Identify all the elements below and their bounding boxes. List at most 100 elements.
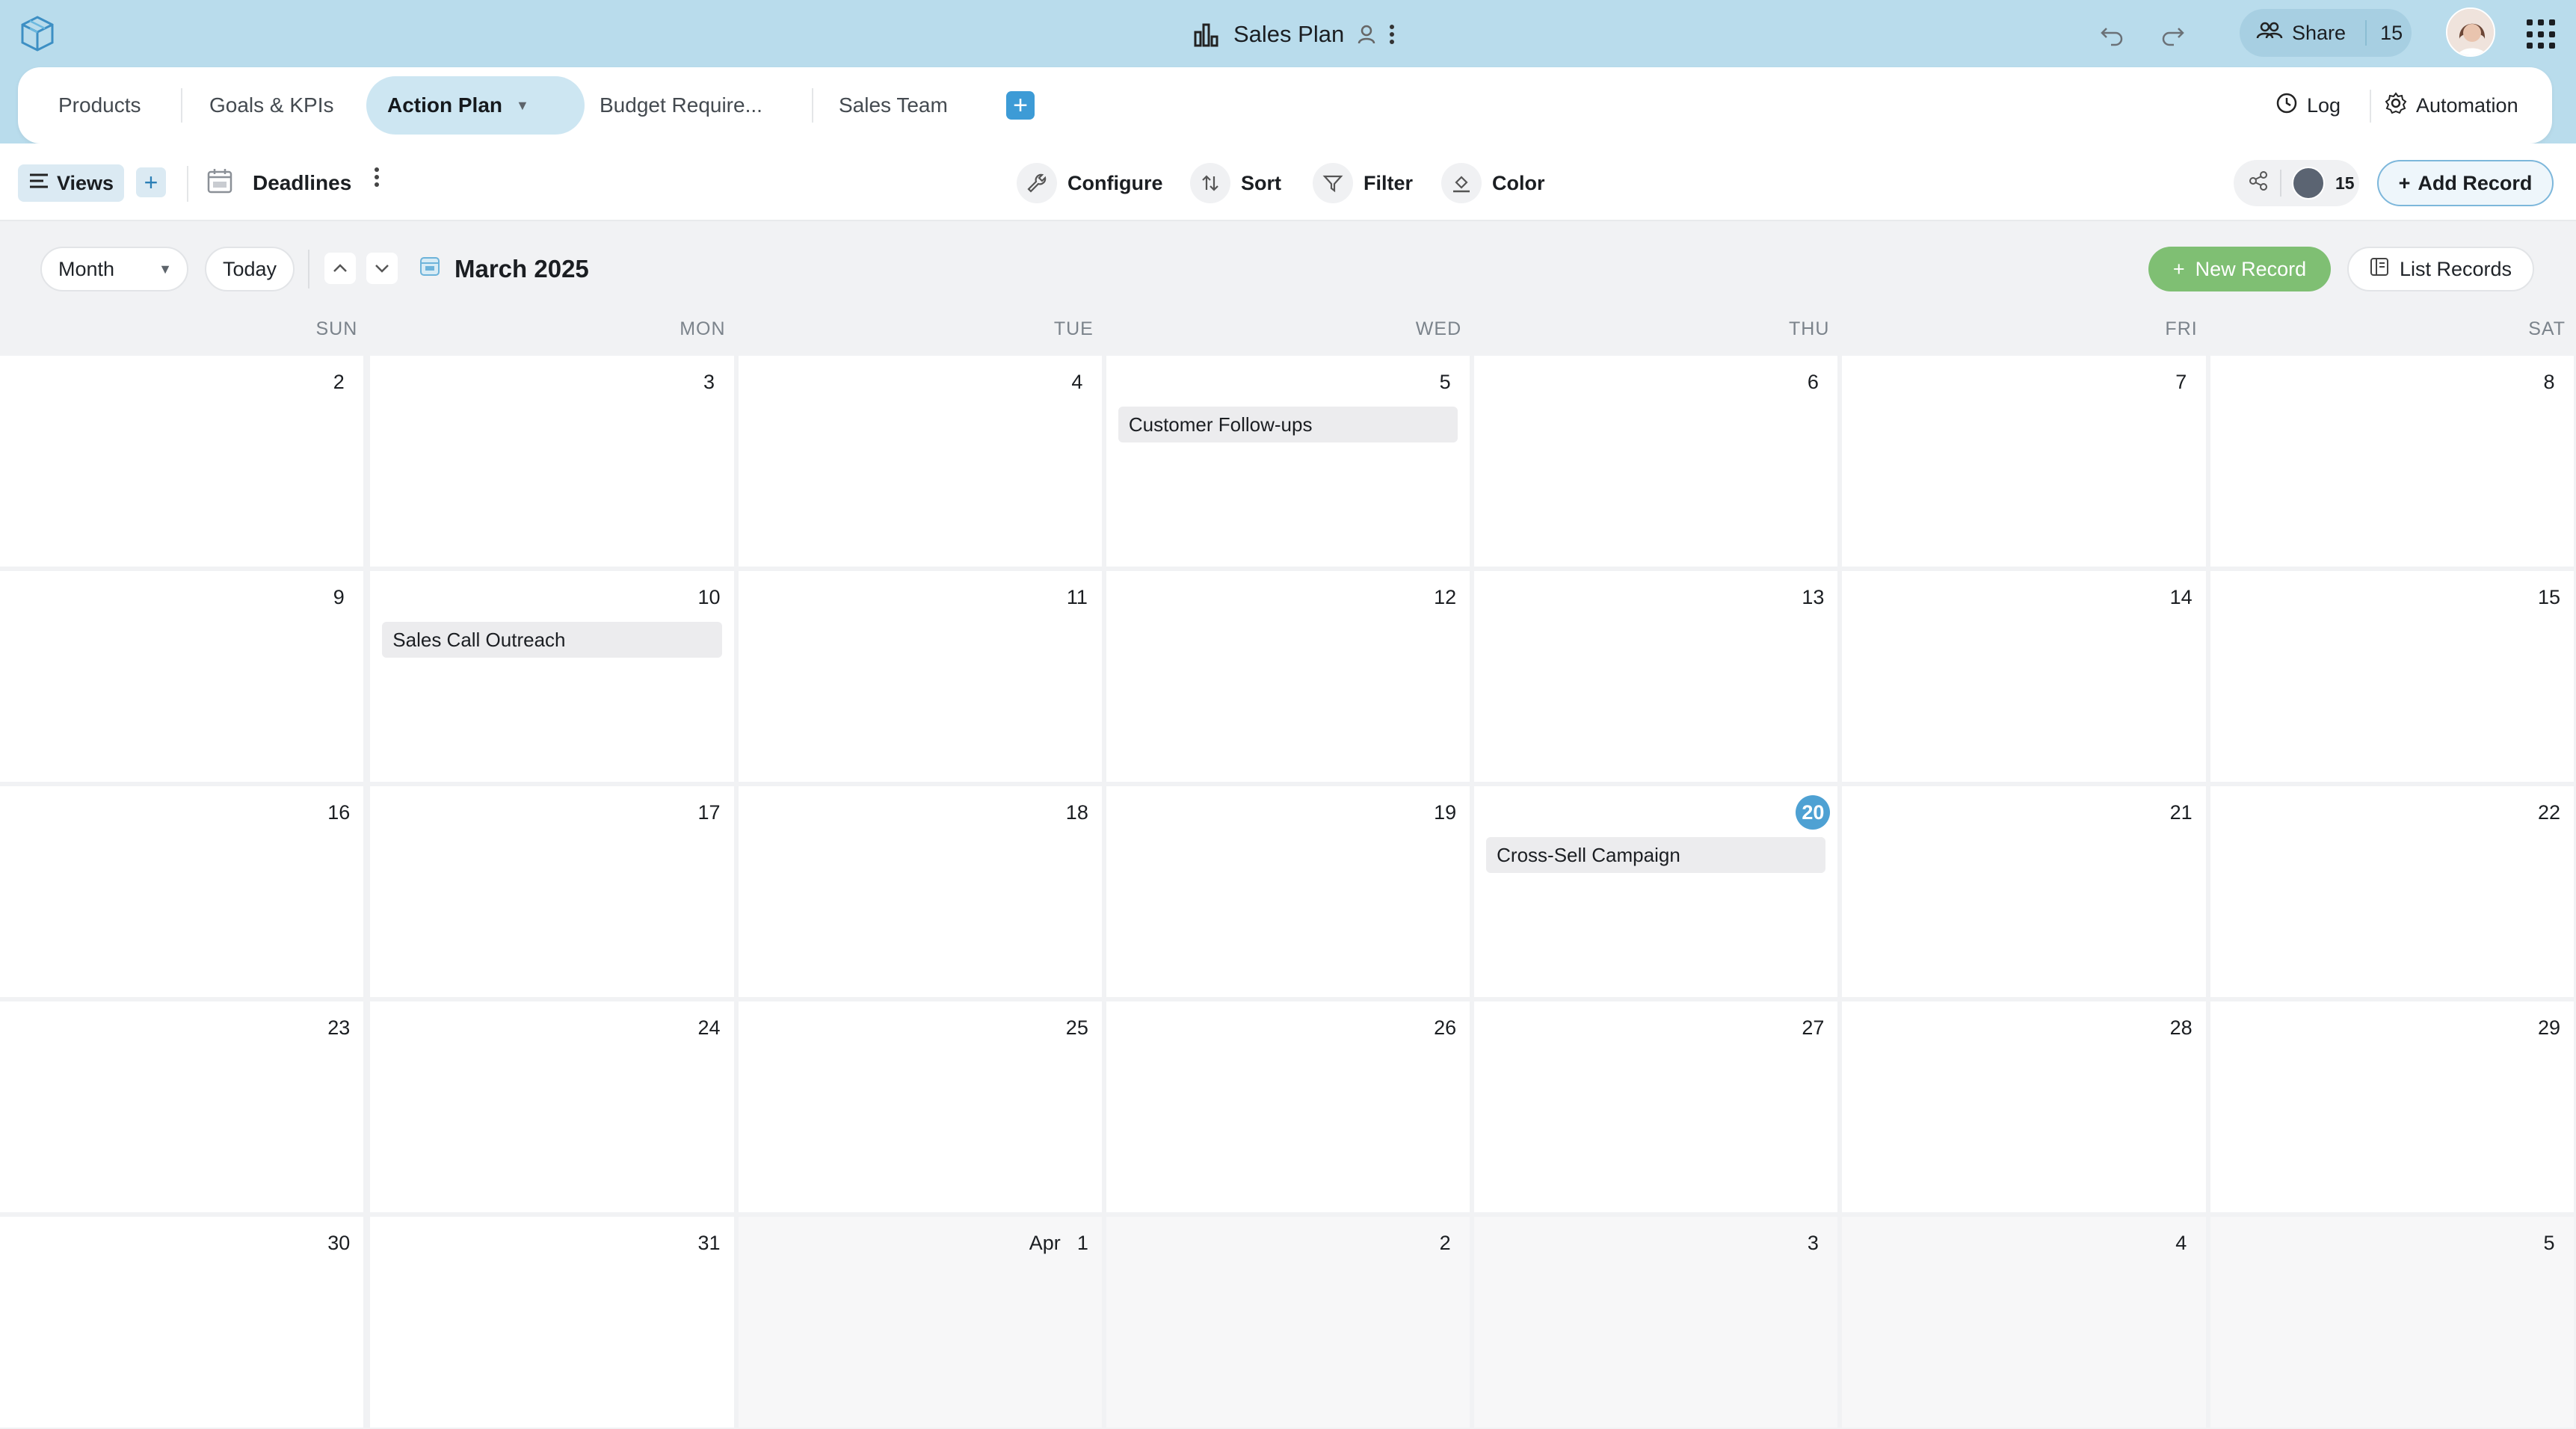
configure-button[interactable]: Configure [1017, 163, 1163, 203]
calendar-day-cell[interactable]: 31 [370, 1217, 734, 1428]
next-month-button[interactable] [366, 253, 398, 284]
weekday-label: THU [1789, 318, 1830, 339]
today-button[interactable]: Today [205, 247, 295, 291]
calendar-day-cell[interactable]: 9 [0, 571, 364, 782]
calendar-day-cell[interactable]: 5 Customer Follow-ups [1106, 356, 1470, 567]
plus-icon: + [2172, 257, 2185, 280]
calendar-day-cell[interactable]: 22 [2210, 786, 2574, 997]
more-vertical-icon[interactable] [374, 166, 380, 194]
day-number-text: 26 [1434, 1016, 1457, 1039]
calendar-event[interactable]: Sales Call Outreach [382, 622, 722, 658]
caret-down-icon[interactable]: ▼ [516, 98, 529, 114]
chevron-down-icon [375, 265, 389, 273]
calendar-day-cell[interactable]: 27 [1474, 1001, 1838, 1212]
calendar-day-cell[interactable]: 7 [1842, 356, 2206, 567]
calendar-day-cell[interactable]: Apr 1 [738, 1217, 1102, 1428]
tab-action-plan[interactable]: Action Plan ▼ [366, 76, 585, 135]
doc-title[interactable]: Sales Plan [1193, 18, 1395, 51]
day-number-text: 19 [1434, 800, 1457, 824]
calendar-day-cell[interactable]: 12 [1106, 571, 1470, 782]
apps-grid-icon[interactable] [2527, 19, 2557, 49]
calendar-day-cell[interactable]: 15 [2210, 571, 2574, 782]
calendar-day-cell[interactable]: 25 [738, 1001, 1102, 1212]
calendar-day-cell[interactable]: 4 [738, 356, 1102, 567]
day-number: 21 [2164, 795, 2198, 830]
weekday-label: FRI [2165, 318, 2198, 339]
day-number: 10 [692, 580, 727, 614]
cube-logo-icon[interactable] [19, 15, 55, 52]
day-number: 12 [1428, 580, 1462, 614]
color-button[interactable]: Color [1441, 163, 1545, 203]
list-records-button[interactable]: List Records [2347, 247, 2534, 291]
user-avatar[interactable] [2446, 7, 2495, 57]
configure-label: Configure [1067, 171, 1163, 194]
plus-icon: + [2398, 171, 2411, 194]
calendar-day-cell[interactable]: 2 [0, 356, 364, 567]
calendar-day-cell[interactable]: 6 [1474, 356, 1838, 567]
day-number: 8 [2532, 365, 2566, 399]
tab-budget-requirements[interactable]: Budget Require... [579, 76, 783, 135]
calendar-day-cell[interactable]: 30 [0, 1217, 364, 1428]
calendar-day-cell[interactable]: 3 [370, 356, 734, 567]
tab-goals-kpis[interactable]: Goals & KPIs [188, 76, 355, 135]
calendar-day-cell[interactable]: 26 [1106, 1001, 1470, 1212]
current-view[interactable]: Deadlines [206, 164, 351, 202]
calendar-day-cell[interactable]: 28 [1842, 1001, 2206, 1212]
calendar-day-cell[interactable]: 21 [1842, 786, 2206, 997]
redo-icon[interactable] [2157, 18, 2187, 53]
new-record-button[interactable]: + New Record [2148, 247, 2331, 291]
calendar-day-cell[interactable]: 3 [1474, 1217, 1838, 1428]
calendar-title[interactable]: March 2025 [419, 250, 589, 288]
calendar-event[interactable]: Customer Follow-ups [1118, 407, 1458, 442]
day-number-text: 3 [703, 370, 715, 393]
log-button[interactable]: Log [2275, 87, 2341, 124]
calendar-day-cell[interactable]: 18 [738, 786, 1102, 997]
calendar-mode-select[interactable]: Month ▼ [40, 247, 188, 291]
calendar-day-cell[interactable]: 23 [0, 1001, 364, 1212]
automation-button[interactable]: Automation [2385, 87, 2518, 124]
tab-sales-team[interactable]: Sales Team [818, 76, 969, 135]
filter-button[interactable]: Filter [1313, 163, 1413, 203]
weekday-label: SUN [315, 318, 358, 339]
sort-button[interactable]: Sort [1190, 163, 1281, 203]
calendar-day-cell[interactable]: 24 [370, 1001, 734, 1212]
calendar-day-cell[interactable]: 19 [1106, 786, 1470, 997]
views-button[interactable]: Views [18, 164, 124, 202]
calendar-event[interactable]: Cross-Sell Campaign [1486, 837, 1826, 873]
add-record-button[interactable]: + Add Record [2377, 160, 2554, 206]
sort-icon [1190, 163, 1230, 203]
calendar-day-cell[interactable]: 2 [1106, 1217, 1470, 1428]
previous-month-button[interactable] [324, 253, 356, 284]
add-table-button[interactable]: + [1006, 91, 1035, 120]
day-number: 23 [321, 1010, 356, 1045]
day-number: 9 [321, 580, 356, 614]
tab-products[interactable]: Products [37, 76, 162, 135]
day-number: 13 [1796, 580, 1830, 614]
day-number-text: 9 [333, 585, 345, 608]
calendar-day-cell[interactable]: 8 [2210, 356, 2574, 567]
view-name-label: Deadlines [253, 171, 352, 194]
add-view-button[interactable]: + [136, 167, 166, 197]
calendar-day-cell[interactable]: 20 Cross-Sell Campaign [1474, 786, 1838, 997]
day-number-text: 15 [2537, 585, 2560, 608]
calendar-day-cell[interactable]: 11 [738, 571, 1102, 782]
calendar-day-cell[interactable]: 10 Sales Call Outreach [370, 571, 734, 782]
calendar-day-cell[interactable]: 5 [2210, 1217, 2574, 1428]
calendar-day-cell[interactable]: 17 [370, 786, 734, 997]
calendar-day-cell[interactable]: 16 [0, 786, 364, 997]
calendar-day-cell[interactable]: 4 [1842, 1217, 2206, 1428]
undo-icon[interactable] [2098, 18, 2127, 53]
today-day-number: 20 [1796, 795, 1831, 830]
doc-title-text: Sales Plan [1233, 21, 1345, 47]
calendar-view: Month ▼ Today March 2025 + New Record Li… [0, 221, 2576, 1429]
paint-bucket-icon [1441, 163, 1482, 203]
wrench-icon [1017, 163, 1057, 203]
day-number-text: 25 [1065, 1016, 1088, 1039]
calendar-day-cell[interactable]: 29 [2210, 1001, 2574, 1212]
share-button[interactable]: Share 15 [2240, 9, 2412, 57]
share-view-button[interactable]: 15 [2234, 160, 2359, 206]
calendar-day-cell[interactable]: 14 [1842, 571, 2206, 782]
person-icon[interactable] [1358, 24, 1375, 45]
more-vertical-icon[interactable] [1389, 24, 1395, 45]
calendar-day-cell[interactable]: 13 [1474, 571, 1838, 782]
